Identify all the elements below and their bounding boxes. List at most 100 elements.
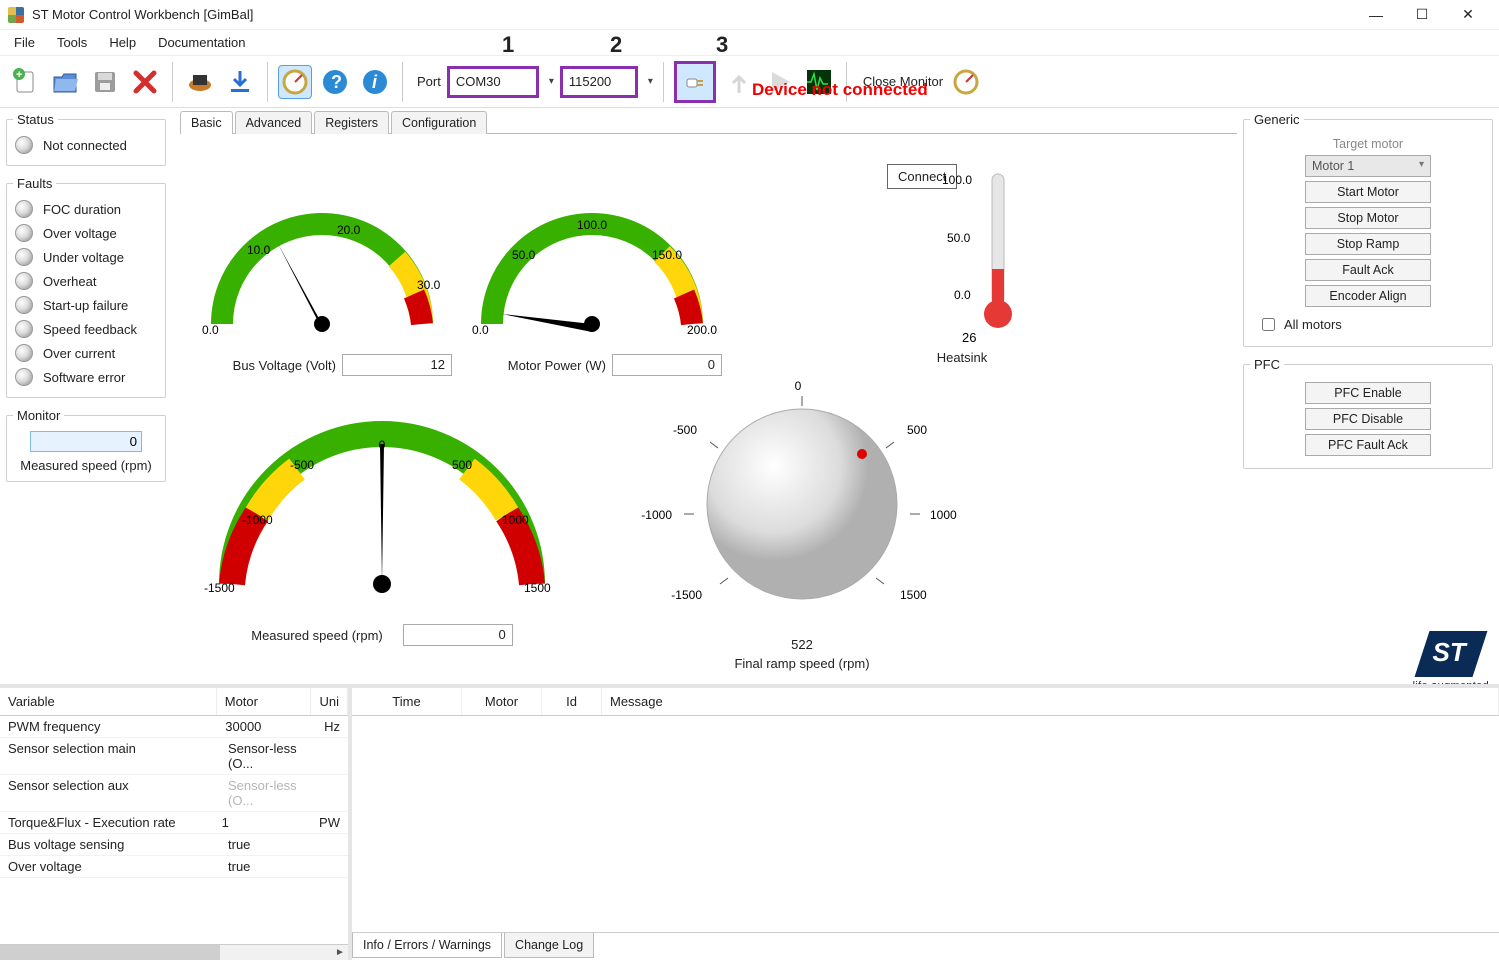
col-log-motor[interactable]: Motor: [462, 688, 542, 715]
generic-group: Generic Target motor Motor 1 Start Motor…: [1243, 112, 1493, 347]
motor-select[interactable]: Motor 1: [1305, 155, 1431, 177]
table-row[interactable]: Torque&Flux - Execution rate1PW: [0, 812, 348, 834]
left-sidebar: Status Not connected Faults FOC duration…: [0, 108, 172, 682]
window-minimize-button[interactable]: —: [1353, 0, 1399, 30]
svg-text:-500: -500: [673, 423, 697, 437]
fault-led: [15, 344, 33, 362]
tab-advanced[interactable]: Advanced: [235, 111, 313, 134]
col-variable[interactable]: Variable: [0, 688, 217, 715]
stop-ramp-button[interactable]: Stop Ramp: [1305, 233, 1431, 255]
baud-select-value: 115200: [569, 74, 611, 89]
baud-select[interactable]: 115200: [560, 66, 638, 98]
tab-change-log[interactable]: Change Log: [504, 933, 594, 958]
col-unit[interactable]: Uni: [311, 688, 348, 715]
svg-text:10.0: 10.0: [247, 243, 271, 257]
window-close-button[interactable]: ✕: [1445, 0, 1491, 30]
col-time[interactable]: Time: [352, 688, 462, 715]
encoder-align-button[interactable]: Encoder Align: [1305, 285, 1431, 307]
tab-configuration[interactable]: Configuration: [391, 111, 487, 134]
menu-help[interactable]: Help: [109, 35, 136, 50]
stop-motor-button[interactable]: Stop Motor: [1305, 207, 1431, 229]
fault-led: [15, 200, 33, 218]
pfc-disable-button[interactable]: PFC Disable: [1305, 408, 1431, 430]
final-ramp-value[interactable]: 522: [737, 637, 867, 652]
connect-button[interactable]: [674, 61, 716, 103]
menu-documentation[interactable]: Documentation: [158, 35, 245, 50]
toolbar: + ? i Port COM30 ▾ 115200 ▾: [0, 56, 1499, 108]
svg-text:500: 500: [907, 423, 927, 437]
svg-text:50.0: 50.0: [512, 248, 536, 262]
menu-bar: File Tools Help Documentation: [0, 30, 1499, 56]
status-not-connected: Not connected: [43, 138, 127, 153]
window-maximize-button[interactable]: ☐: [1399, 0, 1445, 30]
faults-legend: Faults: [13, 176, 56, 191]
window-title: ST Motor Control Workbench [GimBal]: [32, 7, 253, 22]
help-icon[interactable]: ?: [318, 65, 352, 99]
center-tabs: Basic Advanced Registers Configuration: [180, 108, 1237, 134]
fault-label: Overheat: [43, 274, 96, 289]
port-label: Port: [417, 74, 441, 89]
delete-icon[interactable]: [128, 65, 162, 99]
start-motor-button[interactable]: Start Motor: [1305, 181, 1431, 203]
fault-led: [15, 224, 33, 242]
variables-header: Variable Motor Uni: [0, 688, 348, 716]
menu-file[interactable]: File: [14, 35, 35, 50]
baud-caret-icon[interactable]: ▾: [648, 76, 653, 87]
table-row[interactable]: Sensor selection mainSensor-less (O...: [0, 738, 348, 775]
svg-text:30.0: 30.0: [417, 278, 441, 292]
log-body[interactable]: [352, 716, 1499, 932]
pfc-enable-button[interactable]: PFC Enable: [1305, 382, 1431, 404]
table-row[interactable]: Sensor selection auxSensor-less (O...: [0, 775, 348, 812]
svg-text:1000: 1000: [502, 513, 529, 527]
variables-hscroll[interactable]: ◄ ►: [0, 944, 348, 960]
tab-basic[interactable]: Basic: [180, 111, 233, 134]
close-monitor-icon[interactable]: [949, 65, 983, 99]
table-row[interactable]: Over voltagetrue: [0, 856, 348, 878]
heatsink-label: Heatsink: [832, 350, 1092, 365]
monitor-gauge-icon[interactable]: [278, 65, 312, 99]
svg-text:0: 0: [795, 379, 802, 393]
final-ramp-knob[interactable]: 0 -500 500 -1000 1000 -1500 1500 522 Fin…: [632, 374, 972, 671]
open-icon[interactable]: [48, 65, 82, 99]
fault-row: Under voltage: [13, 245, 159, 269]
measured-speed-value: 0: [403, 624, 513, 646]
port-caret-icon[interactable]: ▾: [549, 76, 554, 87]
pfc-legend: PFC: [1250, 357, 1284, 372]
chip-icon[interactable]: [183, 65, 217, 99]
st-logo: ST life.augmented: [1413, 631, 1489, 692]
info-icon[interactable]: i: [358, 65, 392, 99]
svg-text:-500: -500: [290, 458, 314, 472]
monitor-value-input[interactable]: [30, 431, 142, 452]
col-message[interactable]: Message: [602, 688, 1499, 715]
center-panel: Device not connected Basic Advanced Regi…: [172, 108, 1237, 682]
menu-tools[interactable]: Tools: [57, 35, 87, 50]
pfc-fault-ack-button[interactable]: PFC Fault Ack: [1305, 434, 1431, 456]
scroll-right-icon[interactable]: ►: [332, 945, 348, 960]
table-row[interactable]: Bus voltage sensingtrue: [0, 834, 348, 856]
tab-registers[interactable]: Registers: [314, 111, 389, 134]
svg-text:-1000: -1000: [641, 508, 672, 522]
svg-text:?: ?: [331, 72, 342, 92]
all-motors-checkbox[interactable]: [1262, 318, 1275, 331]
save-icon[interactable]: [88, 65, 122, 99]
fault-row: FOC duration: [13, 197, 159, 221]
variables-body[interactable]: PWM frequency30000HzSensor selection mai…: [0, 716, 348, 944]
scroll-thumb[interactable]: [0, 945, 220, 960]
fault-label: Speed feedback: [43, 322, 137, 337]
upload-icon[interactable]: [722, 65, 756, 99]
fault-row: Speed feedback: [13, 317, 159, 341]
download-icon[interactable]: [223, 65, 257, 99]
col-id[interactable]: Id: [542, 688, 602, 715]
svg-text:100.0: 100.0: [942, 173, 972, 187]
new-project-icon[interactable]: +: [8, 65, 42, 99]
table-row[interactable]: PWM frequency30000Hz: [0, 716, 348, 738]
col-motor[interactable]: Motor: [217, 688, 312, 715]
fault-label: Under voltage: [43, 250, 124, 265]
target-motor-label: Target motor: [1250, 137, 1486, 151]
port-select[interactable]: COM30: [447, 66, 539, 98]
svg-text:+: +: [16, 69, 22, 81]
device-status-text: Device not connected: [752, 80, 928, 100]
tab-info-errors[interactable]: Info / Errors / Warnings: [352, 933, 502, 958]
fault-ack-button[interactable]: Fault Ack: [1305, 259, 1431, 281]
fault-label: Over current: [43, 346, 115, 361]
